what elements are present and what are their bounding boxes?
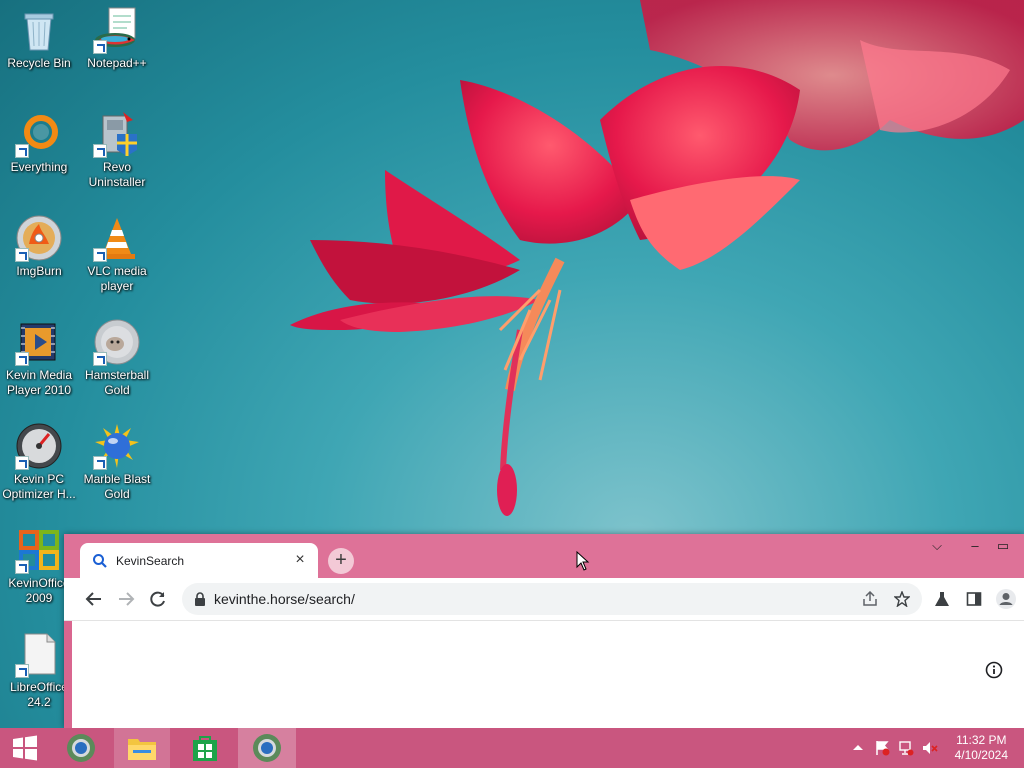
network-icon[interactable] [898, 740, 914, 756]
taskbar-chrome-pinned[interactable] [56, 728, 106, 768]
shortcut-arrow-icon [93, 40, 107, 54]
share-button[interactable] [860, 589, 880, 609]
browser-title-bar[interactable]: KevinSearch × + ⌵ – ▭ [64, 534, 1024, 578]
lock-icon [195, 592, 205, 606]
taskbar: 11:32 PM 4/10/2024 [0, 728, 1024, 768]
tab-close-button[interactable]: × [292, 551, 308, 569]
desktop-icon-vlc[interactable]: VLC media player [78, 210, 156, 294]
taskbar-file-explorer[interactable] [114, 728, 170, 768]
shortcut-arrow-icon [15, 560, 29, 574]
desktop-icon-notepadpp[interactable]: Notepad++ [78, 2, 156, 71]
store-bag-icon [193, 736, 217, 761]
tab-search-dropdown-button[interactable]: ⌵ [923, 538, 951, 554]
desktop-icon-revo-uninstaller[interactable]: Revo Uninstaller [78, 106, 156, 190]
minimize-button[interactable]: – [961, 538, 989, 553]
url-text: kevinthe.horse/search/ [214, 591, 355, 607]
icon-label: Kevin PC Optimizer H... [2, 472, 76, 501]
icon-label: Recycle Bin [7, 56, 71, 70]
windows-logo-icon [13, 735, 37, 761]
kevinoffice-icon [15, 526, 63, 574]
profile-button[interactable] [994, 587, 1018, 611]
star-icon [894, 591, 910, 607]
desktop-icon-kevin-media-player[interactable]: Kevin Media Player 2010 [0, 314, 78, 398]
desktop-icon-imgburn[interactable]: ImgBurn [0, 210, 78, 279]
info-icon[interactable] [985, 661, 1003, 679]
shortcut-arrow-icon [15, 456, 29, 470]
shortcut-arrow-icon [15, 144, 29, 158]
browser-globe-icon [253, 734, 281, 762]
icon-label: ImgBurn [16, 264, 62, 278]
forward-button[interactable] [114, 587, 138, 611]
side-panel-icon [966, 592, 982, 606]
shortcut-arrow-icon [15, 352, 29, 366]
icon-label: Revo Uninstaller [88, 160, 146, 189]
desktop-icon-everything[interactable]: Everything [0, 106, 78, 175]
folder-icon [128, 739, 156, 760]
desktop-icon-hamsterball[interactable]: Hamsterball Gold [78, 314, 156, 398]
icon-label: Kevin Media Player 2010 [5, 368, 73, 397]
everything-search-icon [15, 110, 63, 158]
shortcut-arrow-icon [93, 456, 107, 470]
tab-title: KevinSearch [116, 554, 185, 568]
icon-label: Marble Blast Gold [83, 472, 151, 501]
icon-label: VLC media player [87, 264, 147, 293]
desktop-icon-marble-blast[interactable]: Marble Blast Gold [78, 418, 156, 502]
film-reel-icon [15, 318, 63, 366]
clock-date: 4/10/2024 [954, 748, 1008, 762]
shortcut-arrow-icon [93, 144, 107, 158]
system-clock[interactable]: 11:32 PM 4/10/2024 [955, 733, 1008, 763]
tab-kevinsearch[interactable]: KevinSearch × [80, 543, 318, 578]
hamsterball-icon [93, 318, 141, 366]
reload-button[interactable] [146, 587, 170, 611]
back-button[interactable] [82, 587, 106, 611]
volume-muted-icon[interactable] [922, 740, 938, 756]
taskbar-browser-active[interactable] [238, 728, 296, 768]
icon-label: Notepad++ [87, 56, 147, 70]
browser-window[interactable]: KevinSearch × + ⌵ – ▭ kevinthe.horse/sea… [64, 534, 1024, 728]
new-tab-button[interactable]: + [328, 548, 354, 574]
libreoffice-document-icon [15, 630, 63, 678]
shortcut-arrow-icon [93, 248, 107, 262]
clock-time: 11:32 PM [956, 733, 1007, 747]
desktop-icon-kevin-pc-optimizer[interactable]: Kevin PC Optimizer H... [0, 418, 78, 502]
share-icon [863, 591, 877, 606]
reload-icon [150, 591, 165, 607]
back-arrow-icon [85, 592, 101, 606]
icon-label: Everything [10, 160, 68, 174]
search-icon [93, 554, 107, 568]
labs-button[interactable] [930, 587, 954, 611]
speedometer-icon [15, 422, 63, 470]
icon-label: Hamsterball Gold [84, 368, 150, 397]
notepadpp-icon [93, 6, 141, 54]
side-panel-button[interactable] [962, 587, 986, 611]
recycle-bin-icon [15, 6, 63, 54]
forward-arrow-icon [119, 592, 135, 606]
browser-globe-icon [67, 734, 95, 762]
flask-icon [935, 592, 949, 606]
imgburn-disc-icon [15, 214, 63, 262]
show-hidden-icons-chevron-icon[interactable] [850, 740, 866, 756]
shortcut-arrow-icon [15, 248, 29, 262]
start-button[interactable] [0, 728, 50, 768]
browser-page-content[interactable] [72, 621, 1024, 728]
maximize-button[interactable]: ▭ [989, 538, 1017, 554]
shortcut-arrow-icon [93, 352, 107, 366]
marble-blast-icon [93, 422, 141, 470]
mouse-pointer-icon [576, 551, 590, 571]
taskbar-store[interactable] [178, 728, 232, 768]
profile-avatar-icon [996, 589, 1016, 609]
address-bar[interactable]: kevinthe.horse/search/ [182, 583, 922, 615]
shortcut-arrow-icon [15, 664, 29, 678]
bookmark-button[interactable] [892, 589, 912, 609]
browser-toolbar: kevinthe.horse/search/ [64, 578, 1024, 621]
vlc-cone-icon [93, 214, 141, 262]
revo-uninstaller-icon [93, 110, 141, 158]
desktop-icon-recycle-bin[interactable]: Recycle Bin [0, 2, 78, 71]
action-center-flag-icon[interactable] [874, 740, 890, 756]
